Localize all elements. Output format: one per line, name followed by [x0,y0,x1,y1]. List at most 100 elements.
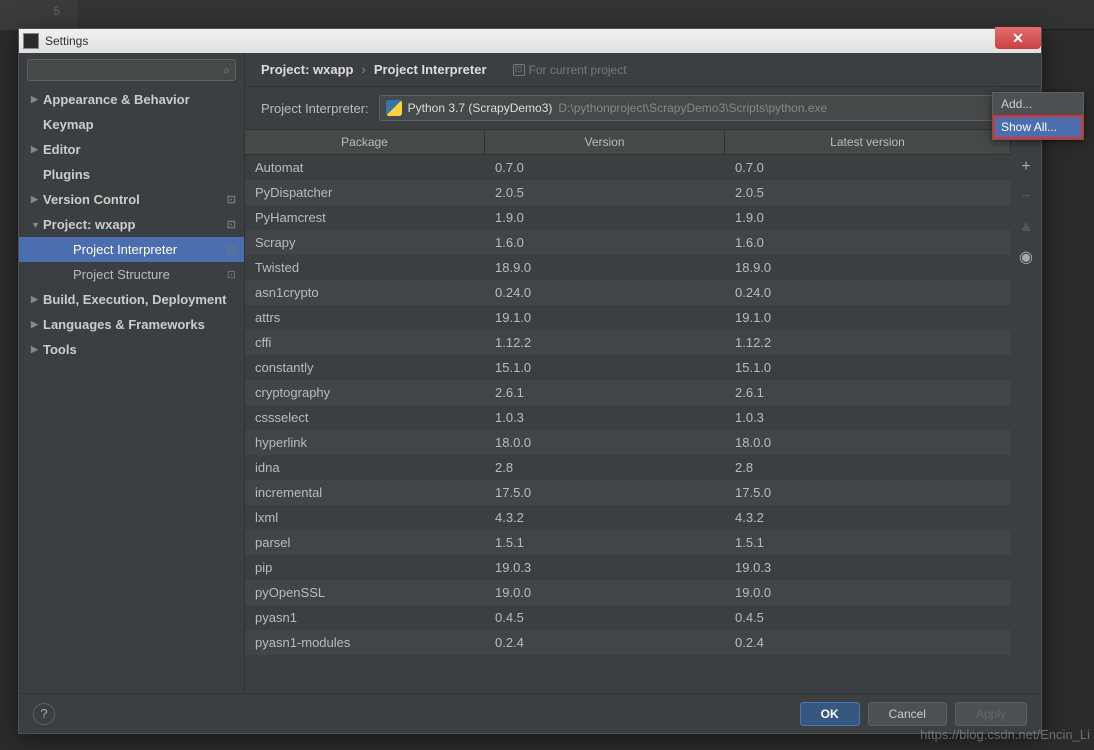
cell-version: 18.9.0 [485,255,725,280]
cell-version: 19.1.0 [485,305,725,330]
cell-version: 1.5.1 [485,530,725,555]
sidebar-item-label: Version Control [43,192,140,207]
cell-package: asn1crypto [245,280,485,305]
cell-latest: 2.0.5 [725,180,1011,205]
cell-latest: 1.6.0 [725,230,1011,255]
cell-version: 2.8 [485,455,725,480]
remove-package-button[interactable]: − [1016,187,1036,207]
cell-package: parsel [245,530,485,555]
table-row[interactable]: pyasn1-modules0.2.40.2.4 [245,630,1011,655]
cell-package: constantly [245,355,485,380]
search-input[interactable] [27,59,236,81]
cell-latest: 1.12.2 [725,330,1011,355]
table-row[interactable]: asn1crypto0.24.00.24.0 [245,280,1011,305]
sidebar-item[interactable]: ▶Editor [19,137,244,162]
cell-latest: 0.24.0 [725,280,1011,305]
table-row[interactable]: Automat0.7.00.7.0 [245,155,1011,180]
cell-package: cffi [245,330,485,355]
interpreter-path: D:\pythonproject\ScrapyDemo3\Scripts\pyt… [558,101,827,115]
arrow-icon: ▶ [31,144,43,155]
editor-background: 5 [0,0,1094,30]
cell-version: 1.12.2 [485,330,725,355]
sidebar-item-label: Plugins [43,167,90,182]
table-row[interactable]: lxml4.3.24.3.2 [245,505,1011,530]
settings-tree: ▶Appearance & BehaviorKeymap▶EditorPlugi… [19,87,244,693]
table-row[interactable]: pyOpenSSL19.0.019.0.0 [245,580,1011,605]
cell-version: 0.2.4 [485,630,725,655]
cell-latest: 0.7.0 [725,155,1011,180]
titlebar: Settings ✕ [19,29,1041,53]
table-row[interactable]: pyasn10.4.50.4.5 [245,605,1011,630]
sidebar-item[interactable]: Plugins [19,162,244,187]
col-latest[interactable]: Latest version [725,130,1011,154]
close-button[interactable]: ✕ [995,27,1041,49]
table-row[interactable]: hyperlink18.0.018.0.0 [245,430,1011,455]
cell-version: 4.3.2 [485,505,725,530]
sidebar-item-label: Languages & Frameworks [43,317,205,332]
cell-package: Automat [245,155,485,180]
interpreter-popup: Add... Show All... [992,92,1084,140]
sidebar-item[interactable]: ▶Build, Execution, Deployment [19,287,244,312]
interpreter-combo[interactable]: Python 3.7 (ScrapyDemo3) D:\pythonprojec… [379,95,1025,121]
cell-latest: 0.4.5 [725,605,1011,630]
sidebar-item[interactable]: ▶Version Control⊡ [19,187,244,212]
window-title: Settings [45,34,88,48]
table-row[interactable]: cffi1.12.21.12.2 [245,330,1011,355]
sidebar-item[interactable]: ▶Appearance & Behavior [19,87,244,112]
ok-button[interactable]: OK [800,702,860,726]
popup-show-all[interactable]: Show All... [993,115,1083,139]
table-row[interactable]: Scrapy1.6.01.6.0 [245,230,1011,255]
cell-latest: 2.8 [725,455,1011,480]
crumb-project: Project: wxapp [261,62,353,77]
apply-button[interactable]: Apply [955,702,1027,726]
table-row[interactable]: parsel1.5.11.5.1 [245,530,1011,555]
col-package[interactable]: Package [245,130,485,154]
gear-icon: ⊡ [227,268,236,281]
table-row[interactable]: idna2.82.8 [245,455,1011,480]
cell-version: 0.24.0 [485,280,725,305]
cell-package: cryptography [245,380,485,405]
sidebar-item-label: Build, Execution, Deployment [43,292,226,307]
cell-latest: 0.2.4 [725,630,1011,655]
sidebar-item-label: Editor [43,142,81,157]
sidebar-item[interactable]: ▶Tools [19,337,244,362]
show-early-releases-button[interactable]: ◉ [1016,247,1036,267]
cell-package: Twisted [245,255,485,280]
col-version[interactable]: Version [485,130,725,154]
table-row[interactable]: cryptography2.6.12.6.1 [245,380,1011,405]
gutter-line-number: 5 [0,0,78,30]
sidebar-item[interactable]: Project Structure⊡ [19,262,244,287]
sidebar-item[interactable]: ▼Project: wxapp⊡ [19,212,244,237]
cancel-button[interactable]: Cancel [868,702,947,726]
popup-add[interactable]: Add... [993,93,1083,115]
sidebar-item[interactable]: ▶Languages & Frameworks [19,312,244,337]
table-header: Package Version Latest version [245,129,1011,155]
sidebar-item-label: Project: wxapp [43,217,135,232]
cell-version: 1.0.3 [485,405,725,430]
add-package-button[interactable]: + [1016,157,1036,177]
table-row[interactable]: Twisted18.9.018.9.0 [245,255,1011,280]
cell-version: 15.1.0 [485,355,725,380]
table-row[interactable]: incremental17.5.017.5.0 [245,480,1011,505]
table-row[interactable]: constantly15.1.015.1.0 [245,355,1011,380]
table-row[interactable]: pip19.0.319.0.3 [245,555,1011,580]
cell-latest: 4.3.2 [725,505,1011,530]
table-row[interactable]: attrs19.1.019.1.0 [245,305,1011,330]
cell-version: 1.6.0 [485,230,725,255]
cell-version: 2.0.5 [485,180,725,205]
sidebar: ⌕ ▶Appearance & BehaviorKeymap▶EditorPlu… [19,53,245,693]
upgrade-package-button[interactable]: ▲ [1016,217,1036,237]
sidebar-item[interactable]: Keymap [19,112,244,137]
cell-package: attrs [245,305,485,330]
gear-icon: ⊡ [227,193,236,206]
cell-latest: 15.1.0 [725,355,1011,380]
table-row[interactable]: cssselect1.0.31.0.3 [245,405,1011,430]
help-button[interactable]: ? [33,703,55,725]
arrow-icon: ▶ [31,94,43,105]
arrow-icon: ▶ [31,344,43,355]
table-row[interactable]: PyHamcrest1.9.01.9.0 [245,205,1011,230]
table-row[interactable]: PyDispatcher2.0.52.0.5 [245,180,1011,205]
sidebar-item[interactable]: Project Interpreter⊡ [19,237,244,262]
cell-latest: 19.1.0 [725,305,1011,330]
cell-version: 19.0.3 [485,555,725,580]
